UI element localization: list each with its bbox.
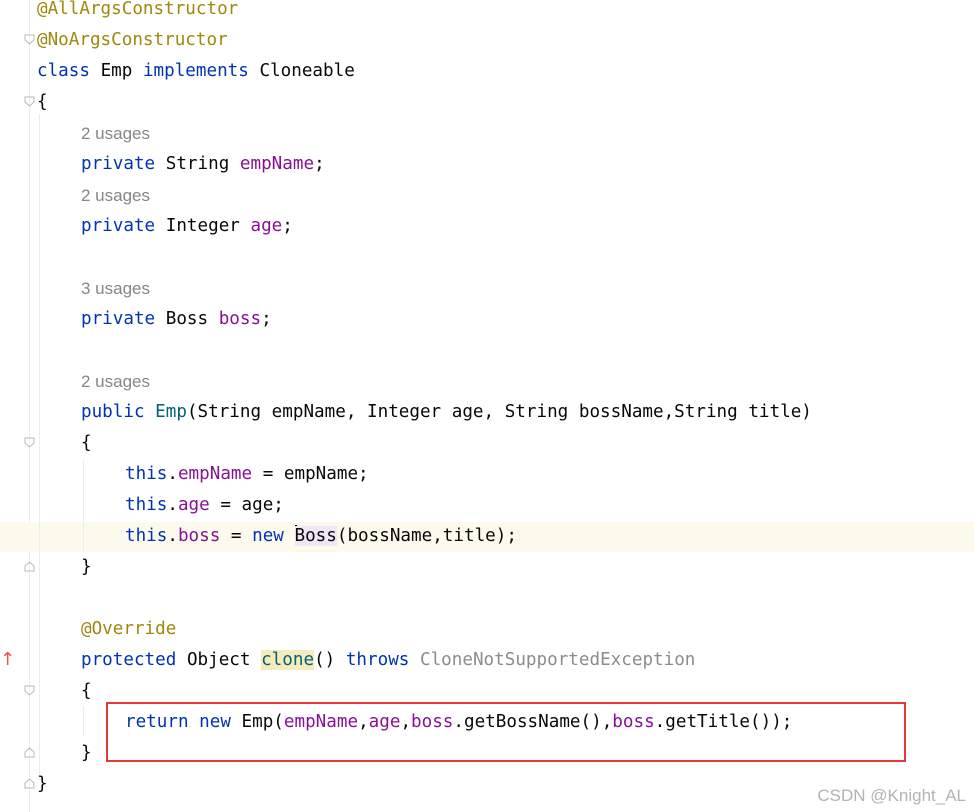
code-line-18: } bbox=[81, 743, 92, 763]
code-line-7: private Boss boss; bbox=[81, 309, 272, 329]
code-line-13: } bbox=[81, 557, 92, 577]
indent-guide-ctor bbox=[83, 460, 84, 552]
fold-collapse-icon[interactable] bbox=[24, 96, 35, 107]
fold-end-icon[interactable] bbox=[24, 778, 35, 789]
code-line-4: { bbox=[37, 92, 48, 112]
code-line-6: private Integer age; bbox=[81, 216, 293, 236]
fold-end-icon[interactable] bbox=[24, 561, 35, 572]
code-line-19: } bbox=[37, 774, 48, 794]
highlight-annotation-box bbox=[106, 702, 906, 762]
code-line-9: { bbox=[81, 433, 92, 453]
usages-hint[interactable]: 2 usages bbox=[81, 118, 150, 149]
code-line-1: @AllArgsConstructor bbox=[37, 0, 239, 19]
indent-guide-clone bbox=[83, 706, 84, 736]
fold-collapse-icon[interactable] bbox=[24, 685, 35, 696]
watermark: CSDN @Knight_AL bbox=[817, 786, 966, 805]
code-line-8: public Emp(String empName, Integer age, … bbox=[81, 402, 812, 422]
code-line-11: this.age = age; bbox=[125, 495, 284, 515]
code-line-14: @Override bbox=[81, 619, 177, 639]
usages-hint[interactable]: 2 usages bbox=[81, 180, 150, 211]
code-line-3: class Emp implements Cloneable bbox=[37, 61, 355, 81]
code-line-2: @NoArgsConstructor bbox=[37, 30, 228, 50]
fold-end-icon[interactable] bbox=[24, 747, 35, 758]
overrides-method-icon[interactable]: ↑ bbox=[0, 648, 15, 672]
fold-collapse-icon[interactable] bbox=[24, 437, 35, 448]
fold-collapse-icon[interactable] bbox=[24, 34, 35, 45]
code-line-12: this.boss = new Boss(bossName,title); bbox=[125, 525, 517, 546]
usages-hint[interactable]: 2 usages bbox=[81, 366, 150, 397]
usages-hint[interactable]: 3 usages bbox=[81, 273, 150, 304]
code-line-15: protected Object clone() throws CloneNot… bbox=[81, 650, 696, 670]
code-line-16: { bbox=[81, 681, 92, 701]
code-line-10: this.empName = empName; bbox=[125, 464, 369, 484]
code-line-5: private String empName; bbox=[81, 154, 325, 174]
indent-guide-class bbox=[39, 114, 40, 774]
